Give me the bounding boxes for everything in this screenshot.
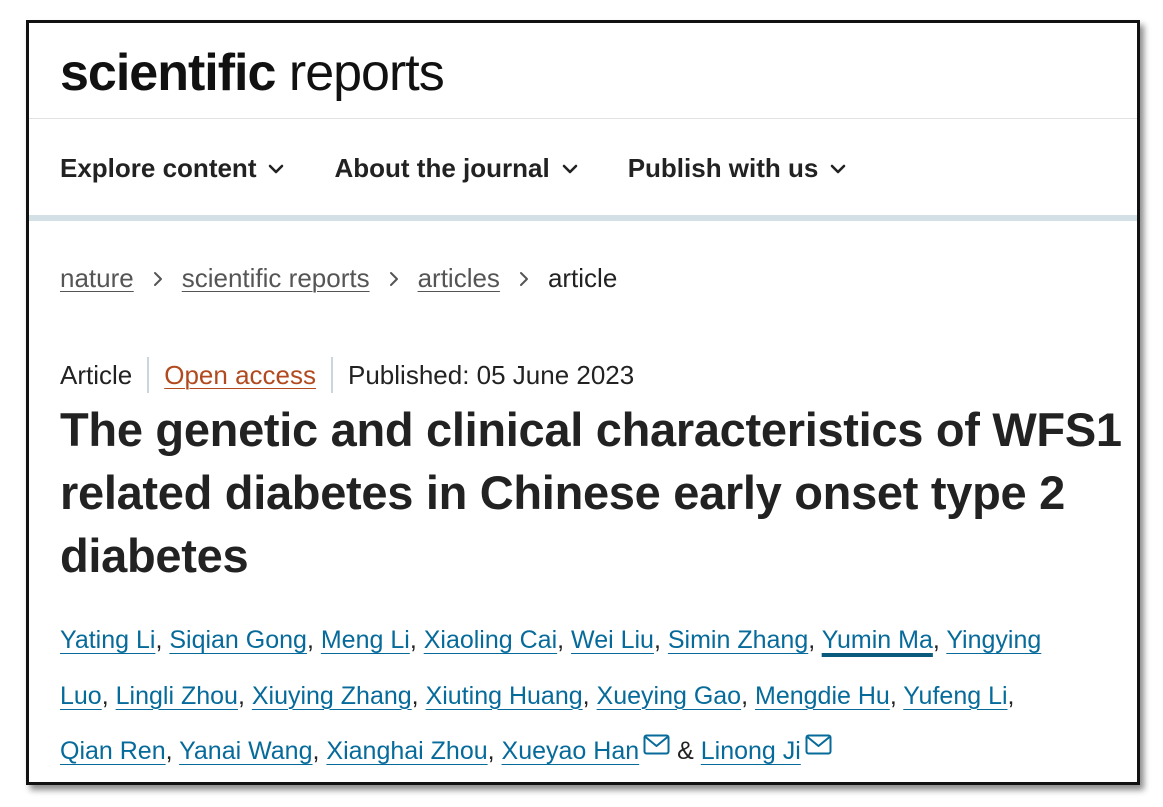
browser-frame: scientific reports Explore content About… (26, 20, 1140, 785)
breadcrumb: nature scientific reports articles artic… (60, 263, 617, 294)
author-link[interactable]: Xueyao Han (502, 737, 640, 765)
author-separator: , (411, 681, 426, 710)
author-link[interactable]: Xiaoling Cai (424, 626, 557, 654)
author-separator: , (557, 626, 572, 654)
breadcrumb-scientific-reports[interactable]: scientific reports (182, 263, 370, 294)
mail-icon[interactable] (643, 734, 670, 755)
author-separator: , (582, 681, 597, 710)
logo-scientific: scientific (60, 44, 276, 102)
journal-logo[interactable]: scientific reports (60, 43, 445, 103)
author-list: Yating Li, Siqian Gong, Meng Li, Xiaolin… (60, 613, 1137, 780)
chevron-down-icon (269, 164, 284, 173)
chevron-down-icon (562, 164, 577, 173)
author-link[interactable]: Linong Ji (701, 737, 801, 765)
author-link[interactable]: Xianghai Zhou (326, 737, 487, 765)
chevron-right-icon (153, 271, 162, 286)
author-line: Qian Ren, Yanai Wang, Xianghai Zhou, Xue… (60, 724, 1137, 780)
author-separator: , (487, 737, 502, 765)
author-separator: , (409, 626, 424, 654)
main-nav: Explore content About the journal Publis… (60, 153, 896, 184)
author-link[interactable]: Yating Li (60, 626, 155, 654)
nav-underline-bar (29, 215, 1137, 221)
chevron-down-icon (831, 164, 846, 173)
author-link[interactable]: Yingying (946, 626, 1041, 654)
author-link-hovered[interactable]: Yumin Ma (822, 626, 933, 654)
meta-divider (147, 357, 150, 393)
chevron-right-icon (389, 271, 398, 286)
author-line: Luo, Lingli Zhou, Xiuying Zhang, Xiuting… (60, 669, 1137, 725)
author-separator: , (653, 626, 668, 654)
author-separator: , (165, 737, 180, 765)
author-separator: , (889, 681, 904, 710)
author-link[interactable]: Siqian Gong (169, 626, 307, 654)
nav-about-journal[interactable]: About the journal (334, 153, 579, 184)
nav-label: Explore content (60, 153, 257, 183)
author-separator: , (312, 737, 327, 765)
author-link[interactable]: Xiuying Zhang (252, 682, 412, 710)
author-link[interactable]: Wei Liu (571, 626, 654, 654)
breadcrumb-articles[interactable]: articles (418, 263, 500, 294)
article-meta: Article Open access Published: 05 June 2… (60, 357, 634, 393)
author-link[interactable]: Meng Li (321, 626, 410, 654)
author-separator: , (741, 681, 755, 710)
breadcrumb-current: article (547, 263, 618, 293)
author-link[interactable]: Xueying Gao (597, 682, 742, 710)
breadcrumb-nature[interactable]: nature (60, 263, 134, 294)
open-access-link[interactable]: Open access (164, 360, 316, 391)
header-divider (29, 118, 1137, 119)
logo-reports: reports (288, 44, 445, 102)
nav-explore-content[interactable]: Explore content (60, 153, 286, 184)
chevron-right-icon (519, 271, 528, 286)
author-separator: , (101, 681, 116, 710)
author-link[interactable]: Lingli Zhou (116, 682, 238, 710)
published-date: Published: 05 June 2023 (348, 359, 635, 390)
author-link[interactable]: Yanai Wang (179, 737, 312, 765)
author-link[interactable]: Yufeng Li (903, 682, 1007, 710)
author-separator: , (155, 626, 170, 654)
author-separator: , (1007, 681, 1015, 710)
author-link[interactable]: Xiuting Huang (426, 682, 583, 710)
meta-divider (331, 357, 333, 393)
author-line: Yating Li, Siqian Gong, Meng Li, Xiaolin… (60, 613, 1137, 669)
article-title: The genetic and clinical characteristics… (60, 403, 1122, 582)
author-link[interactable]: Mengdie Hu (755, 682, 890, 710)
author-link[interactable]: Qian Ren (60, 737, 166, 765)
author-separator: , (932, 626, 947, 654)
nav-label: About the journal (334, 153, 550, 183)
author-separator: , (808, 626, 822, 654)
author-link[interactable]: Simin Zhang (668, 626, 808, 654)
author-separator: , (306, 626, 321, 654)
author-ampersand: & (677, 737, 694, 765)
author-separator: , (237, 681, 252, 710)
article-type: Article (60, 359, 133, 390)
nav-label: Publish with us (627, 153, 819, 183)
nav-publish-with-us[interactable]: Publish with us (628, 153, 849, 184)
mail-icon[interactable] (805, 734, 832, 755)
author-link[interactable]: Luo (60, 682, 102, 710)
